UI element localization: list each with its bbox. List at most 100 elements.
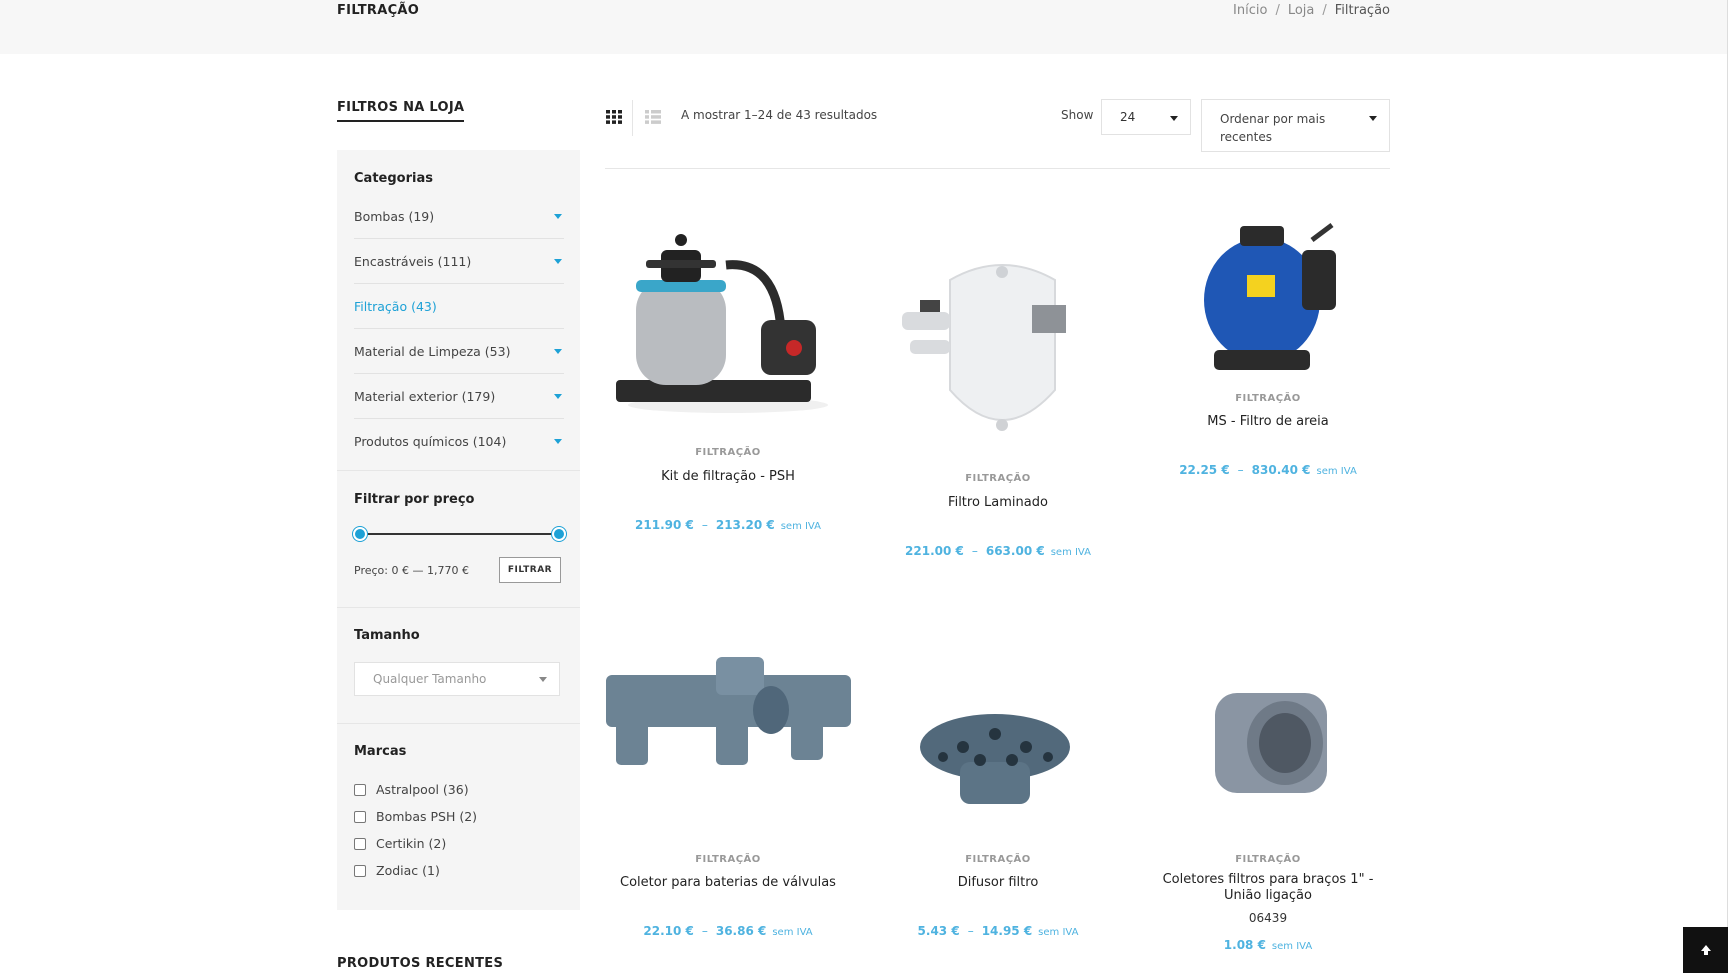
price-max: 830.40 € [1251, 463, 1311, 477]
chevron-down-icon[interactable] [554, 348, 562, 354]
brand-item-zodiac[interactable]: Zodiac (1) [354, 857, 477, 884]
product-category[interactable]: FILTRAÇÃO [1143, 393, 1393, 404]
price-max: 213.20 € [715, 518, 775, 532]
toolbar-divider [632, 100, 633, 136]
brand-list: Astralpool (36) Bombas PSH (2) Certikin … [354, 776, 477, 884]
order-select[interactable]: Ordenar por mais recentes [1201, 99, 1390, 152]
product-name[interactable]: Filtro Laminado [873, 495, 1123, 511]
category-item-material-exterior[interactable]: Material exterior (179) [354, 374, 564, 419]
price-max: 36.86 € [715, 924, 767, 938]
product-category[interactable]: FILTRAÇÃO [873, 854, 1123, 865]
category-item-material-limpeza[interactable]: Material de Limpeza (53) [354, 329, 564, 374]
product-name[interactable]: Coletores filtros para braços 1" - União… [1143, 872, 1393, 904]
product-image-difusor[interactable] [918, 712, 1073, 816]
tax-label: sem IVA [1271, 941, 1313, 952]
price-dash: – [701, 518, 708, 532]
category-label: Material de Limpeza (53) [354, 343, 511, 359]
show-label: Show [1061, 108, 1094, 122]
chevron-down-icon[interactable] [554, 258, 562, 264]
chevron-down-icon [1369, 116, 1377, 121]
breadcrumb-separator: / [1322, 3, 1327, 18]
price-slider-min-handle[interactable] [353, 527, 367, 541]
category-label: Produtos químicos (104) [354, 433, 507, 449]
price-filter-title: Filtrar por preço [354, 492, 475, 507]
price-min: 5.43 € [917, 924, 960, 938]
product-price: 221.00 € –663.00 € sem IVA [873, 544, 1123, 558]
category-item-bombas[interactable]: Bombas (19) [354, 194, 564, 239]
grid-view-icon[interactable] [606, 109, 622, 128]
price-slider-max-handle[interactable] [552, 527, 566, 541]
product-name[interactable]: MS - Filtro de areia [1143, 414, 1393, 430]
brand-label: Bombas PSH (2) [376, 809, 478, 824]
category-item-encastraveis[interactable]: Encastráveis (111) [354, 239, 564, 284]
product-image-filter-kit[interactable] [606, 220, 851, 424]
size-select[interactable]: Qualquer Tamanho [354, 662, 560, 696]
category-item-produtos-quimicos[interactable]: Produtos químicos (104) [354, 419, 564, 463]
per-page-select[interactable]: 24 [1101, 99, 1191, 135]
price-min: 22.25 € [1179, 463, 1230, 477]
breadcrumb-current: Filtração [1334, 3, 1390, 18]
product-name[interactable]: Kit de filtração - PSH [603, 469, 853, 485]
breadcrumb-shop[interactable]: Loja [1288, 3, 1315, 18]
price-dash: – [1237, 463, 1244, 477]
recent-products-heading: PRODUTOS RECENTES [337, 956, 504, 971]
price-slider-track[interactable] [358, 533, 558, 535]
product-name[interactable]: Difusor filtro [873, 875, 1123, 891]
brand-item-bombas-psh[interactable]: Bombas PSH (2) [354, 803, 477, 830]
brand-label: Astralpool (36) [376, 782, 469, 797]
product-image-ms-filtro-areia[interactable] [1192, 220, 1352, 379]
categories-title: Categorias [354, 171, 433, 186]
chevron-down-icon[interactable] [554, 213, 562, 219]
product-price: 1.08 € sem IVA [1143, 938, 1393, 952]
price-dash: – [701, 924, 708, 938]
product-category[interactable]: FILTRAÇÃO [603, 854, 853, 865]
price-max: 14.95 € [981, 924, 1033, 938]
product-price: 5.43 € –14.95 € sem IVA [873, 924, 1123, 938]
page-title: FILTRAÇÃO [337, 3, 420, 18]
per-page-value: 24 [1120, 110, 1136, 124]
product-category[interactable]: FILTRAÇÃO [873, 473, 1123, 484]
product-image-coletor[interactable] [606, 655, 851, 784]
product-price: 211.90 € –213.20 € sem IVA [603, 518, 853, 532]
tax-label: sem IVA [1050, 547, 1091, 558]
tax-label: sem IVA [772, 927, 813, 938]
product-category[interactable]: FILTRAÇÃO [1143, 854, 1393, 865]
filter-button[interactable]: FILTRAR [499, 557, 561, 583]
category-label: Encastráveis (111) [354, 253, 472, 269]
brand-checkbox[interactable] [354, 810, 366, 823]
back-to-top-button[interactable] [1683, 927, 1728, 973]
product-image-uniao-ligacao[interactable] [1210, 688, 1335, 802]
brand-checkbox[interactable] [354, 783, 366, 796]
brands-title: Marcas [354, 744, 407, 759]
brand-item-astralpool[interactable]: Astralpool (36) [354, 776, 477, 803]
price-single: 1.08 € [1223, 938, 1266, 952]
category-list: Bombas (19) Encastráveis (111) Filtração… [354, 194, 564, 463]
section-divider [337, 723, 580, 724]
section-divider [337, 607, 580, 608]
category-item-filtracao[interactable]: Filtração (43) [354, 284, 564, 329]
brand-item-certikin[interactable]: Certikin (2) [354, 830, 477, 857]
category-label: Bombas (19) [354, 208, 435, 224]
product-price: 22.25 € –830.40 € sem IVA [1143, 463, 1393, 477]
chevron-down-icon [1170, 116, 1178, 121]
price-dash: – [967, 924, 974, 938]
sidebar-filters: Categorias Bombas (19) Encastráveis (111… [337, 150, 580, 910]
chevron-down-icon[interactable] [554, 438, 562, 444]
product-price: 22.10 € –36.86 € sem IVA [603, 924, 853, 938]
size-select-value: Qualquer Tamanho [373, 672, 487, 686]
list-view-icon[interactable] [645, 109, 661, 128]
product-name[interactable]: Coletor para baterias de válvulas [603, 875, 853, 891]
toolbar-divider-line [605, 168, 1390, 169]
brand-checkbox[interactable] [354, 864, 366, 877]
chevron-down-icon[interactable] [554, 393, 562, 399]
section-divider [337, 470, 580, 471]
category-label: Material exterior (179) [354, 388, 496, 404]
product-category[interactable]: FILTRAÇÃO [603, 447, 853, 458]
size-filter-title: Tamanho [354, 628, 420, 643]
breadcrumb: Início / Loja / Filtração [1233, 3, 1390, 18]
breadcrumb-home[interactable]: Início [1233, 3, 1267, 18]
page-header: FILTRAÇÃO Início / Loja / Filtração [0, 0, 1728, 54]
price-min: 22.10 € [643, 924, 694, 938]
brand-checkbox[interactable] [354, 837, 366, 850]
product-image-filtro-laminado[interactable] [880, 220, 1125, 454]
